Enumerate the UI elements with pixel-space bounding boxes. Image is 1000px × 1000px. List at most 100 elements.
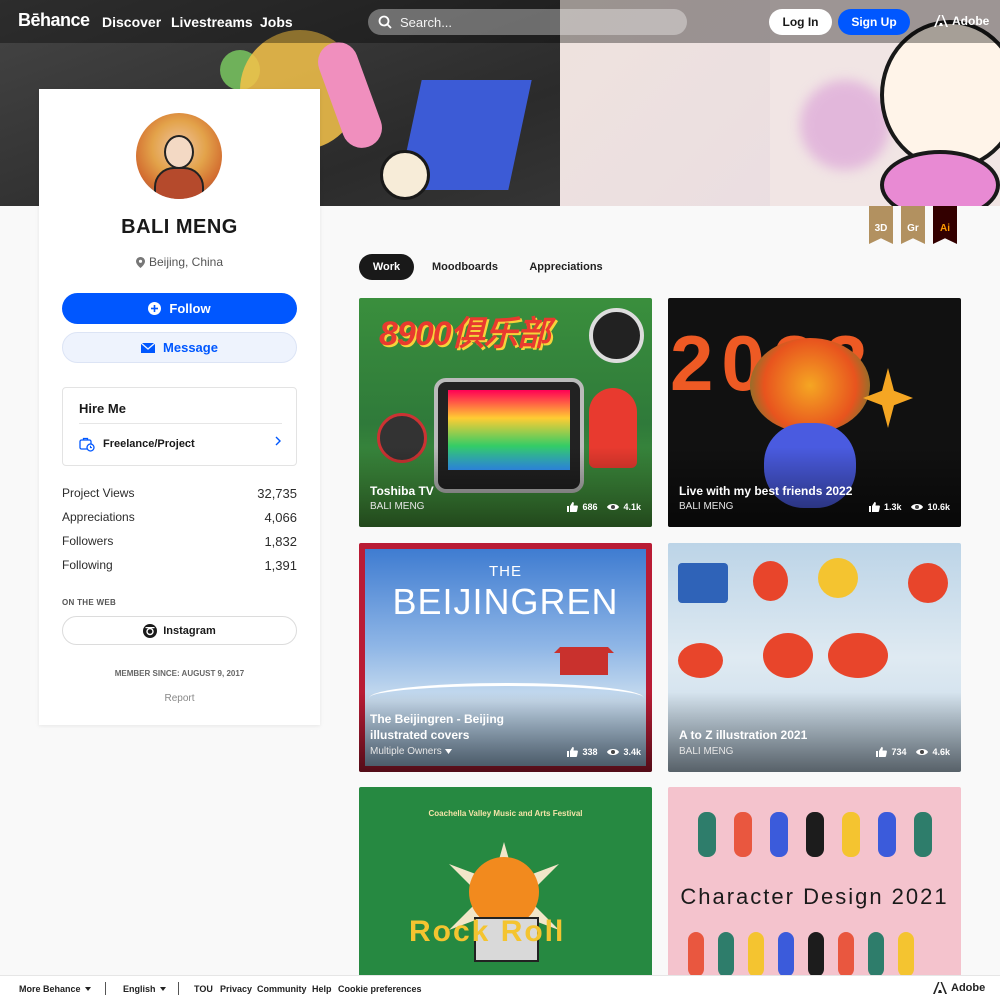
project-card-beijingren[interactable]: THE BEIJINGREN The Beijingren - Beijing … (359, 543, 652, 772)
login-button[interactable]: Log In (769, 9, 832, 35)
project-owner[interactable]: BALI MENG (679, 501, 733, 512)
location-text: Beijing, China (148, 255, 224, 269)
project-title[interactable]: Toshiba TV (370, 483, 434, 499)
message-button[interactable]: Message (62, 332, 297, 363)
more-behance-label: More Behance (19, 984, 81, 994)
profile-name: BALI MENG (121, 216, 238, 238)
project-owner: Multiple Owners (370, 746, 442, 757)
eye-icon (607, 749, 620, 755)
project-art-character-figure (868, 932, 884, 977)
tab-appreciations[interactable]: Appreciations (521, 254, 611, 280)
ribbon-illustrator[interactable]: Ai (933, 206, 957, 244)
project-art-characters-bottom (688, 932, 948, 977)
caret-down-icon (159, 987, 166, 991)
tab-work[interactable]: Work (359, 254, 414, 280)
project-art-character-figure (898, 932, 914, 977)
project-card-best-friends-2022[interactable]: 2022 Live with my best friends 2022 BALI… (668, 298, 961, 527)
signup-button[interactable]: Sign Up (838, 9, 910, 35)
project-art-character-figure (698, 812, 716, 857)
profile-stats: Project Views 32,735 Appreciations 4,066 F… (62, 486, 297, 582)
thumbs-up-icon (567, 502, 579, 512)
instagram-icon (143, 623, 158, 638)
project-owner-dropdown[interactable]: Multiple Owners (370, 746, 452, 757)
follow-button[interactable]: Follow (62, 293, 297, 324)
caret-down-icon (84, 987, 91, 991)
views-count: 10.6k (927, 502, 950, 512)
project-card-character-design-2021[interactable]: Character Design 2021 (668, 787, 961, 977)
project-owner[interactable]: BALI MENG (679, 746, 733, 757)
footer: More Behance English TOU Privacy Communi… (0, 975, 1000, 1000)
stat-row[interactable]: Followers 1,832 (62, 534, 297, 558)
adobe-footer-label: Adobe (951, 982, 986, 994)
tab-moodboards[interactable]: Moodboards (424, 254, 506, 280)
project-title[interactable]: Live with my best friends 2022 (679, 483, 852, 499)
project-title[interactable]: The Beijingren - Beijing illustrated cov… (370, 711, 520, 743)
stat-row[interactable]: Following 1,391 (62, 558, 297, 582)
caret-down-icon (444, 749, 452, 754)
thumbs-up-icon (876, 747, 888, 757)
project-art-belief (753, 561, 788, 601)
footer-link-community[interactable]: Community (257, 984, 307, 994)
footer-divider (178, 982, 179, 995)
member-since: MEMBER SINCE: AUGUST 9, 2017 (114, 669, 245, 678)
stat-label: Appreciations (62, 510, 135, 524)
report-link[interactable]: Report (39, 693, 320, 704)
language-dropdown[interactable]: English (123, 984, 166, 994)
project-art-gratitude (828, 633, 888, 678)
search-input[interactable] (400, 14, 670, 30)
project-stats: 338 3.4k (567, 747, 641, 757)
stat-row: Project Views 32,735 (62, 486, 297, 510)
project-art-character-figure (718, 932, 734, 977)
hire-me-title: Hire Me (79, 401, 126, 416)
project-art-character-figure (748, 932, 764, 977)
project-art-character-figure (770, 812, 788, 857)
adobe-link[interactable]: Adobe (934, 14, 989, 28)
adobe-footer-link[interactable]: Adobe (933, 982, 985, 994)
nav-link-discover[interactable]: Discover (102, 14, 161, 30)
ribbon-graphic-design[interactable]: Gr (901, 206, 925, 244)
project-art-adventure (678, 563, 728, 603)
location-pin-icon (135, 256, 145, 268)
project-art-character (908, 563, 948, 603)
behance-logo[interactable]: Bēhance (18, 10, 90, 31)
project-card-a-to-z-2021[interactable]: A to Z illustration 2021 BALI MENG 734 4… (668, 543, 961, 772)
footer-link-privacy[interactable]: Privacy (220, 984, 252, 994)
footer-link-help[interactable]: Help (312, 984, 332, 994)
views-count: 3.4k (623, 747, 641, 757)
search-bar[interactable] (368, 9, 687, 35)
top-navigation: Bēhance Discover Livestreams Jobs Log In… (0, 0, 1000, 43)
hire-me-divider (79, 423, 282, 424)
on-the-web-heading: ON THE WEB (62, 598, 117, 607)
footer-link-cookie-preferences[interactable]: Cookie preferences (338, 984, 422, 994)
project-art-character-figure (734, 812, 752, 857)
project-art-title: Rock Roll (409, 915, 566, 948)
stat-value: 1,832 (264, 534, 297, 549)
briefcase-clock-icon (79, 437, 95, 452)
hire-freelance-item[interactable]: Freelance/Project (79, 433, 282, 455)
likes-count: 1.3k (883, 502, 902, 512)
project-stats: 1.3k 10.6k (868, 502, 950, 512)
nav-link-jobs[interactable]: Jobs (260, 14, 293, 30)
banner-artwork-glow (800, 80, 890, 170)
profile-card: BALI MENG Beijing, China Follow Message … (39, 89, 320, 725)
project-art-title: 8900俱乐部 (379, 315, 551, 353)
project-title[interactable]: A to Z illustration 2021 (679, 727, 807, 743)
project-art-character-figure (806, 812, 824, 857)
hire-me-panel: Hire Me Freelance/Project (62, 387, 297, 466)
ribbon-3d[interactable]: 3D (869, 206, 893, 244)
project-owner[interactable]: BALI MENG (370, 501, 424, 512)
project-stats: 686 4.1k (567, 502, 641, 512)
stat-label: Followers (62, 534, 114, 548)
project-card-toshiba-tv[interactable]: 8900俱乐部 Toshiba TV BALI MENG 686 4.1k (359, 298, 652, 527)
follow-label: Follow (169, 301, 211, 316)
plus-circle-icon (148, 302, 162, 315)
avatar (136, 113, 222, 199)
project-card-coachella[interactable]: Coachella Valley Music and Arts Festival… (359, 787, 652, 977)
instagram-link[interactable]: Instagram (62, 616, 297, 645)
adobe-logo-icon (934, 15, 948, 27)
nav-link-livestreams[interactable]: Livestreams (171, 14, 253, 30)
footer-link-tou[interactable]: TOU (194, 984, 213, 994)
stat-value: 4,066 (264, 510, 297, 525)
footer-divider (105, 982, 106, 995)
more-behance-dropdown[interactable]: More Behance (19, 984, 91, 994)
